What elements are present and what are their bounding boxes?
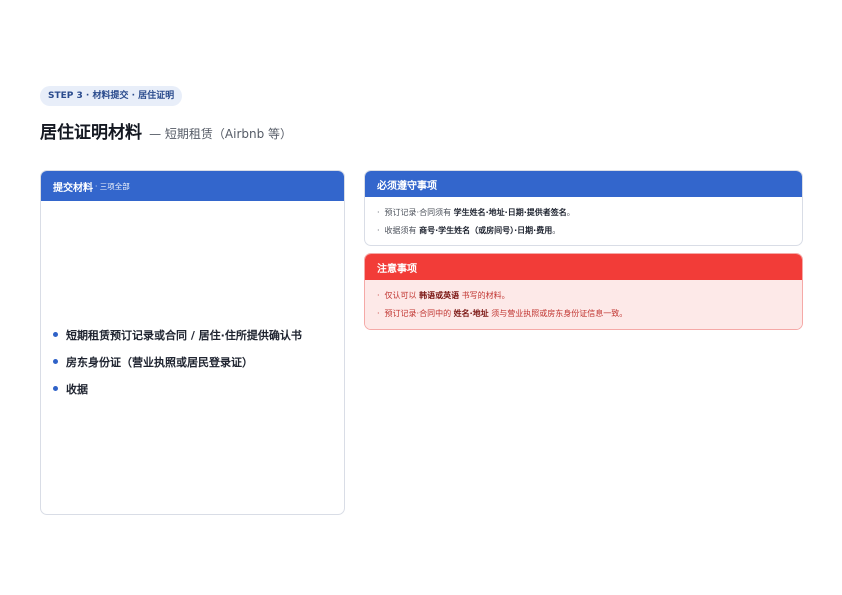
dot-icon: · xyxy=(377,291,380,300)
requirements-panel-header: 必须遵守事项 xyxy=(365,171,802,197)
rule-emphasis: 商号·学生姓名（或房间号）·日期·费用 xyxy=(419,226,553,235)
requirements-list: · 预订记录·合同须有 学生姓名·地址·日期·提供者签名。 · 收据须有 商号·学生… xyxy=(365,197,802,240)
dot-icon: · xyxy=(377,309,380,318)
page-title: 居住证明材料 — 短期租赁（Airbnb 等） xyxy=(40,118,292,143)
rule-text-end: 。 xyxy=(552,226,561,235)
rule-text: 收据须有 xyxy=(384,226,420,235)
note-emphasis: 韩语或英语 xyxy=(419,291,460,300)
list-item: 短期租赁预订记录或合同 / 居住·住所提供确认书 xyxy=(53,321,302,348)
requirements-panel: 必须遵守事项 · 预订记录·合同须有 学生姓名·地址·日期·提供者签名。 · 收据须… xyxy=(364,170,803,246)
rule-text-end: 。 xyxy=(566,208,575,217)
bullet-icon xyxy=(53,386,58,391)
note-text: 仅认可以 xyxy=(384,291,420,300)
requirements-panel-title: 必须遵守事项 xyxy=(377,180,437,192)
notes-panel-header: 注意事项 xyxy=(365,254,802,280)
materials-panel-title: 提交材料 xyxy=(53,182,93,194)
notes-panel-title: 注意事项 xyxy=(377,263,417,275)
material-label: 短期租赁预订记录或合同 / 居住·住所提供确认书 xyxy=(66,328,302,342)
page-title-subtitle: — 短期租赁（Airbnb 等） xyxy=(149,127,293,141)
dot-icon: · xyxy=(377,208,380,217)
note-emphasis: 姓名·地址 xyxy=(453,309,489,318)
note-text: 预订记录·合同中的 xyxy=(384,309,454,318)
list-item: 收据 xyxy=(53,375,302,402)
list-item: · 仅认可以 韩语或英语 书写的材料。 xyxy=(377,287,802,305)
materials-list: 短期租赁预订记录或合同 / 居住·住所提供确认书 房东身份证（营业执照或居民登录… xyxy=(53,321,302,402)
material-label: 房东身份证（营业执照或居民登录证） xyxy=(66,355,253,369)
material-label: 收据 xyxy=(66,382,88,396)
note-text-end: 须与营业执照或房东身份证信息一致。 xyxy=(488,309,628,318)
notes-list: · 仅认可以 韩语或英语 书写的材料。 · 预订记录·合同中的 姓名·地址 须与营业… xyxy=(365,280,802,323)
list-item: 房东身份证（营业执照或居民登录证） xyxy=(53,348,302,375)
bullet-icon xyxy=(53,332,58,337)
rule-emphasis: 学生姓名·地址·日期·提供者签名 xyxy=(453,208,567,217)
page-title-main: 居住证明材料 xyxy=(40,123,142,143)
list-item: · 预订记录·合同须有 学生姓名·地址·日期·提供者签名。 xyxy=(377,204,802,222)
step-badge: STEP 3 · 材料提交 · 居住证明 xyxy=(40,86,183,106)
list-item: · 收据须有 商号·学生姓名（或房间号）·日期·费用。 xyxy=(377,222,802,240)
list-item: · 预订记录·合同中的 姓名·地址 须与营业执照或房东身份证信息一致。 xyxy=(377,305,802,323)
rule-text: 预订记录·合同须有 xyxy=(384,208,454,217)
materials-panel-subtitle: · 三项全部 xyxy=(95,181,130,191)
dot-icon: · xyxy=(377,226,380,235)
note-text-end: 书写的材料。 xyxy=(459,291,510,300)
materials-panel: 提交材料 · 三项全部 短期租赁预订记录或合同 / 居住·住所提供确认书 房东身… xyxy=(40,170,345,515)
notes-panel: 注意事项 · 仅认可以 韩语或英语 书写的材料。 · 预订记录·合同中的 姓名·地址… xyxy=(364,253,803,330)
notes-panel-body: · 仅认可以 韩语或英语 书写的材料。 · 预订记录·合同中的 姓名·地址 须与营业… xyxy=(365,280,802,329)
materials-panel-header: 提交材料 · 三项全部 xyxy=(41,171,344,201)
bullet-icon xyxy=(53,359,58,364)
